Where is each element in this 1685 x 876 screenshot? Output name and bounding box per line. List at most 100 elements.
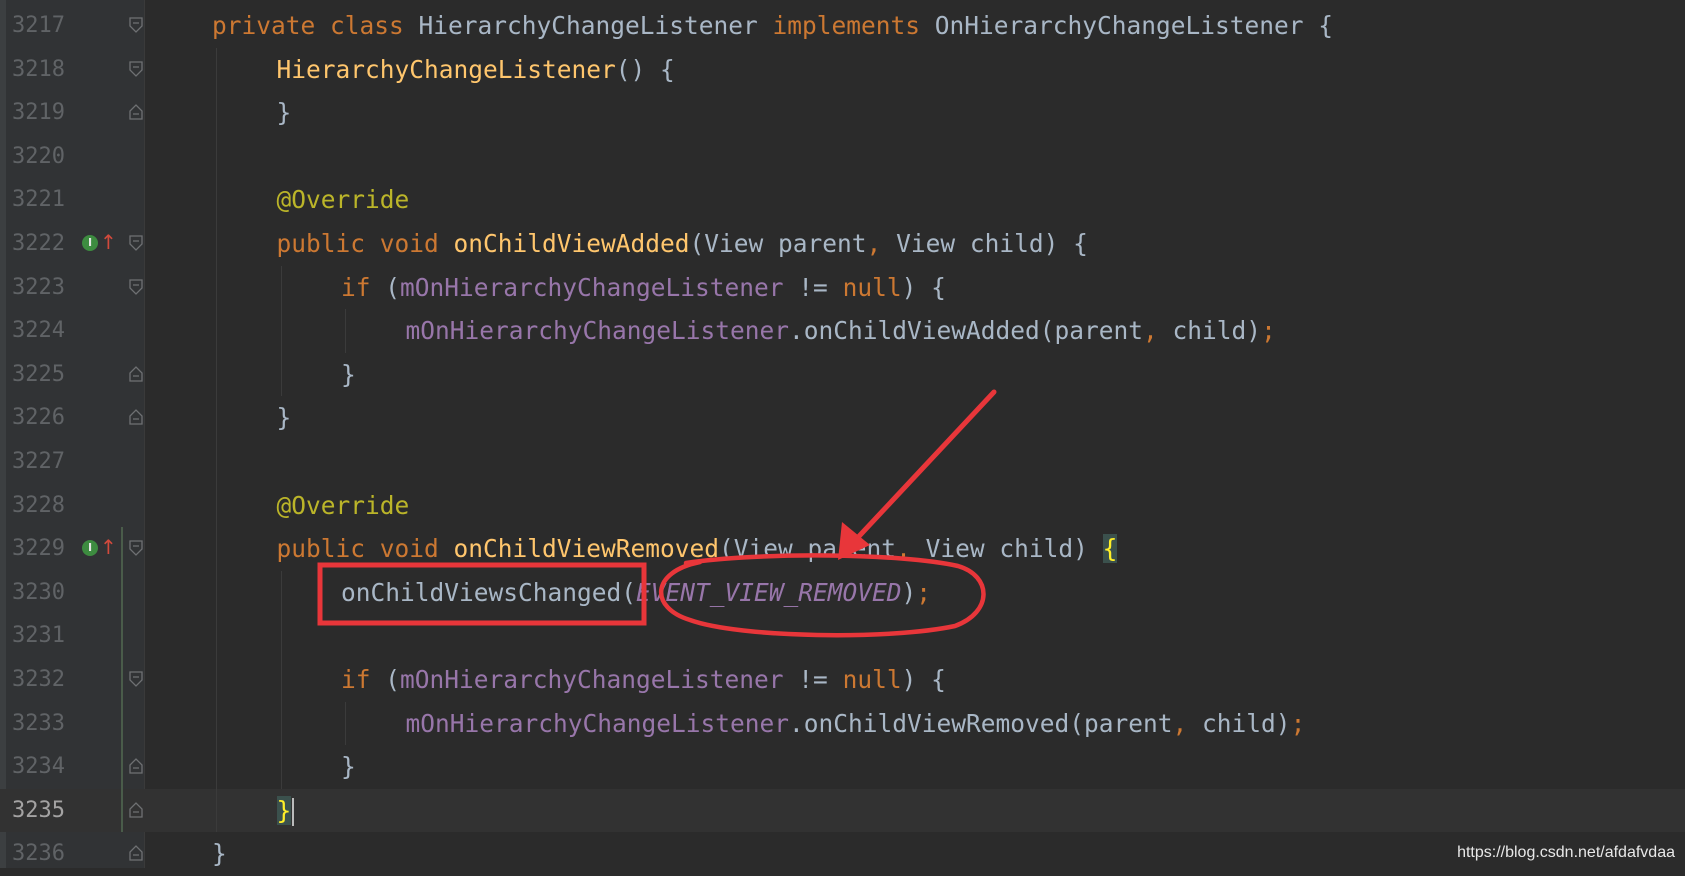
line-number[interactable]: 3222 xyxy=(12,222,74,266)
code-text[interactable]: } xyxy=(341,353,356,397)
line-number[interactable]: 3224 xyxy=(12,309,74,353)
code-token: mOnHierarchyChangeListener xyxy=(405,316,790,346)
code-token: != xyxy=(798,272,843,302)
fold-expand-icon[interactable] xyxy=(129,671,143,687)
fold-expand-icon[interactable] xyxy=(129,278,143,295)
code-token: , xyxy=(896,534,926,564)
implements-method-icon[interactable]: I ↑ xyxy=(82,232,117,255)
fold-collapse-icon[interactable] xyxy=(129,801,143,818)
code-token: } xyxy=(341,752,356,782)
code-line[interactable]: 3217 private class HierarchyChangeListene… xyxy=(0,4,1685,48)
indent-guide xyxy=(345,701,346,746)
code-text[interactable]: mOnHierarchyChangeListener.onChildViewRe… xyxy=(406,702,1306,746)
code-line[interactable]: 3236} xyxy=(0,832,1685,876)
line-number[interactable]: 3226 xyxy=(12,396,74,440)
code-token: HierarchyChangeListener xyxy=(276,54,616,84)
fold-expand-icon[interactable] xyxy=(129,235,143,251)
code-text[interactable]: public void onChildViewRemoved(View pare… xyxy=(277,527,1118,571)
fold-collapse-icon[interactable] xyxy=(129,845,143,862)
code-text[interactable]: public void onChildViewAdded(View parent… xyxy=(277,222,1088,266)
code-token: child) xyxy=(1202,708,1291,738)
code-token: ; xyxy=(1290,708,1306,738)
line-number[interactable]: 3221 xyxy=(12,178,74,222)
implements-method-icon[interactable]: I ↑ xyxy=(82,537,117,560)
fold-collapse-icon[interactable] xyxy=(129,365,143,382)
line-number[interactable]: 3219 xyxy=(12,91,74,135)
fold-expand-icon[interactable] xyxy=(129,60,143,77)
code-line[interactable]: 3222 I ↑ public void onChildViewAdded(View … xyxy=(0,222,1685,266)
line-number[interactable]: 3220 xyxy=(12,135,74,179)
code-text[interactable]: } xyxy=(341,745,356,789)
line-number[interactable]: 3235 xyxy=(12,789,74,833)
code-text[interactable]: @Override xyxy=(277,484,410,528)
code-line[interactable]: 3235} xyxy=(0,788,1685,833)
line-number[interactable]: 3234 xyxy=(12,745,74,789)
line-number[interactable]: 3232 xyxy=(12,658,74,702)
code-text[interactable]: } xyxy=(276,789,295,833)
line-number[interactable]: 3229 xyxy=(12,527,74,571)
code-line[interactable]: 3230 onChildViewsChanged(EVENT_VIEW_REMOV… xyxy=(0,571,1685,615)
line-number[interactable]: 3218 xyxy=(12,48,74,92)
code-token: null xyxy=(842,665,902,694)
fold-collapse-icon[interactable] xyxy=(129,409,143,426)
fold-collapse-icon[interactable] xyxy=(129,758,143,774)
code-text[interactable]: onChildViewsChanged(EVENT_VIEW_REMOVED); xyxy=(341,571,931,615)
line-number[interactable]: 3227 xyxy=(12,440,74,484)
code-text[interactable]: if (mOnHierarchyChangeListener != null) … xyxy=(341,658,946,702)
code-text[interactable]: } xyxy=(277,91,292,135)
line-number[interactable]: 3230 xyxy=(12,571,74,615)
code-token: child) xyxy=(1172,316,1262,346)
code-text[interactable]: @Override xyxy=(277,178,410,222)
code-token: ) { xyxy=(901,665,946,694)
indent-guide xyxy=(216,47,217,833)
fold-collapse-icon[interactable] xyxy=(129,104,143,120)
code-line[interactable]: 3219} xyxy=(0,91,1685,135)
code-line[interactable]: 3234} xyxy=(0,745,1685,789)
code-line[interactable]: 3231 xyxy=(0,614,1685,658)
code-token: ) { xyxy=(901,272,946,302)
vcs-change-marker[interactable] xyxy=(121,527,123,833)
line-number[interactable]: 3225 xyxy=(12,353,74,397)
code-line[interactable]: 3233 mOnHierarchyChangeListener.onChildVi… xyxy=(0,702,1685,746)
code-line[interactable]: 3229 I ↑ public void onChildViewRemoved(Vie… xyxy=(0,527,1685,571)
code-token: onChildViewRemoved xyxy=(453,534,720,564)
code-text[interactable]: } xyxy=(277,396,292,440)
line-number[interactable]: 3233 xyxy=(12,702,74,746)
code-token: .onChildViewRemoved(parent xyxy=(789,708,1173,738)
code-line[interactable]: 3224 mOnHierarchyChangeListener.onChildVi… xyxy=(0,309,1685,353)
code-line[interactable]: 3227 xyxy=(0,440,1685,484)
code-line[interactable]: 3225} xyxy=(0,353,1685,397)
code-text[interactable]: HierarchyChangeListener() { xyxy=(277,48,675,92)
code-line[interactable]: 3220 xyxy=(0,135,1685,179)
code-line[interactable]: 3221 @Override xyxy=(0,178,1685,222)
code-line[interactable]: 3228 @Override xyxy=(0,484,1685,528)
code-token: onChildViewAdded xyxy=(453,229,690,258)
line-number[interactable]: 3223 xyxy=(12,266,74,310)
code-token: public void xyxy=(276,229,454,258)
code-token: } xyxy=(341,359,356,389)
code-line[interactable]: 3218 HierarchyChangeListener() { xyxy=(0,48,1685,92)
code-line[interactable]: 3226} xyxy=(0,396,1685,440)
code-token: if xyxy=(341,272,386,302)
code-text[interactable]: mOnHierarchyChangeListener.onChildViewAd… xyxy=(406,309,1276,353)
fold-expand-icon[interactable] xyxy=(129,540,143,557)
code-token: public void xyxy=(276,534,454,564)
code-token: , xyxy=(866,229,897,258)
line-number[interactable]: 3236 xyxy=(12,832,74,876)
code-text[interactable]: if (mOnHierarchyChangeListener != null) … xyxy=(341,266,946,310)
code-text[interactable]: private class HierarchyChangeListener im… xyxy=(212,4,1333,48)
code-token: ; xyxy=(916,577,932,607)
line-number[interactable]: 3228 xyxy=(12,484,74,528)
fold-expand-icon[interactable] xyxy=(129,17,143,33)
watermark: https://blog.csdn.net/afdafvdaa xyxy=(1457,844,1675,861)
code-text[interactable]: } xyxy=(212,832,227,876)
code-token: @Override xyxy=(276,490,410,520)
indent-guide xyxy=(280,570,282,789)
code-line[interactable]: 3223 if (mOnHierarchyChangeListener != nu… xyxy=(0,266,1685,310)
code-token: } xyxy=(212,839,227,869)
code-token: HierarchyChangeListener xyxy=(418,11,773,40)
line-number[interactable]: 3231 xyxy=(12,614,74,658)
code-token: } xyxy=(276,98,292,128)
line-number[interactable]: 3217 xyxy=(12,4,74,48)
code-line[interactable]: 3232 if (mOnHierarchyChangeListener != nu… xyxy=(0,658,1685,702)
